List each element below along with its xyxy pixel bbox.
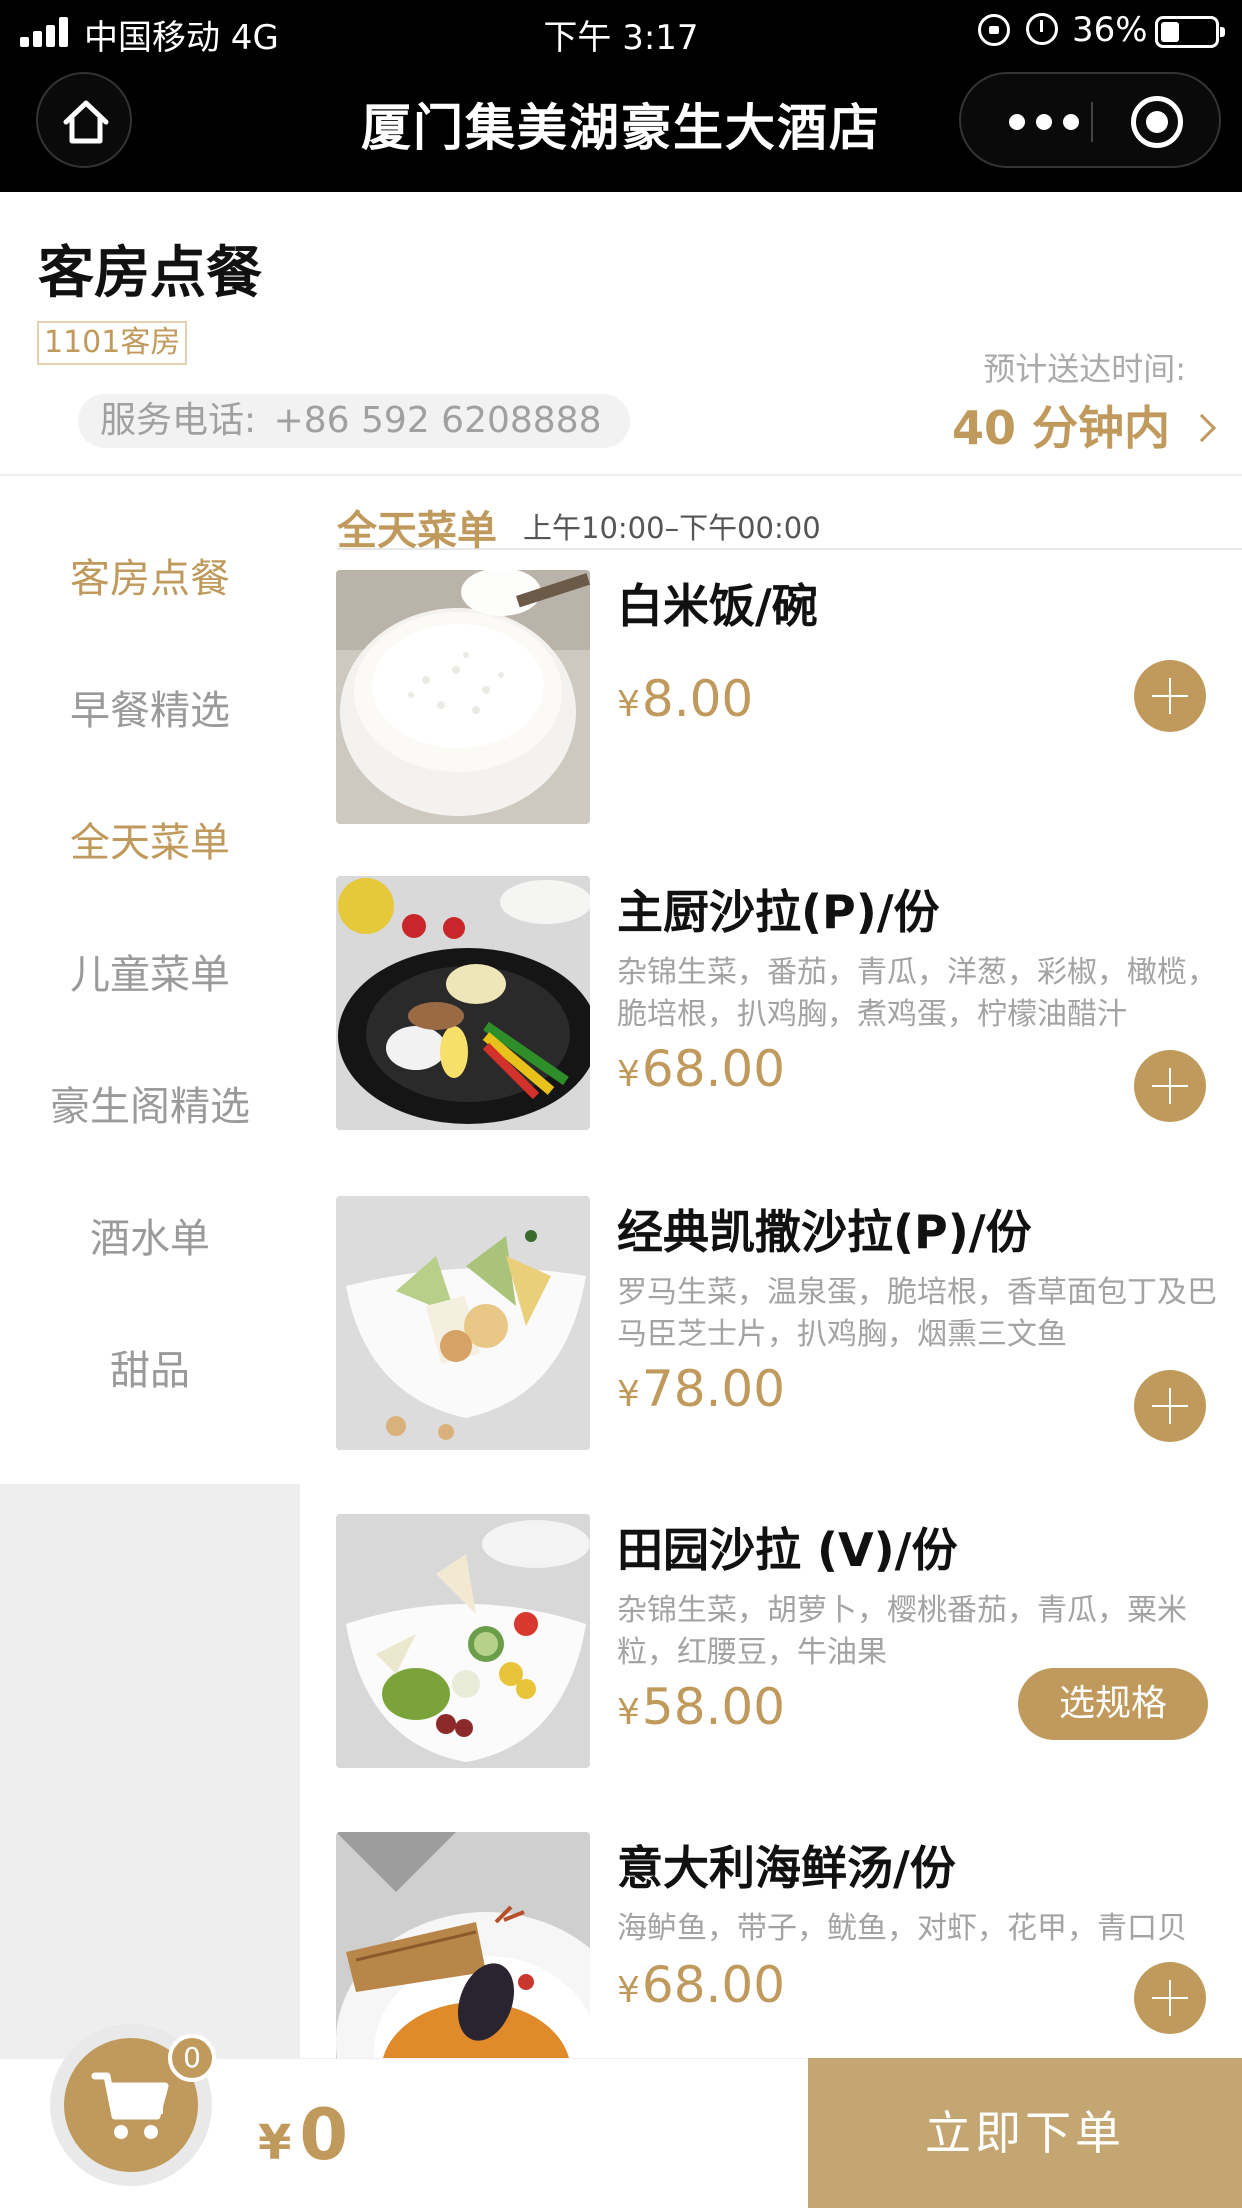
- menu-item[interactable]: 意大利海鲜汤/份 海鲈鱼，带子，鱿鱼，对虾，花甲，青口贝 ¥68.00: [336, 1832, 1242, 2058]
- service-phone-label: 服务电话:: [100, 400, 257, 441]
- eta-label: 预计送达时间:: [983, 350, 1186, 388]
- price-value: 68.00: [641, 1040, 786, 1098]
- add-to-cart-button[interactable]: [1134, 1370, 1206, 1442]
- dish-photo-seafood-soup: [336, 1832, 590, 2058]
- cart-icon: [91, 2072, 169, 2139]
- select-spec-button[interactable]: 选规格: [1018, 1668, 1208, 1740]
- add-to-cart-button[interactable]: [1134, 660, 1206, 732]
- home-button[interactable]: [36, 72, 132, 168]
- add-to-cart-button[interactable]: [1134, 1050, 1206, 1122]
- dish-name: 白米饭/碗: [617, 579, 818, 633]
- dish-name: 经典凯撒沙拉(P)/份: [617, 1205, 1032, 1259]
- dish-price: ¥68.00: [617, 1956, 785, 2014]
- dish-photo-garden-salad: [336, 1514, 590, 1768]
- room-tag: 1101客房: [37, 321, 188, 365]
- more-menu-button[interactable]: [997, 74, 1091, 170]
- currency-symbol: ¥: [617, 684, 640, 725]
- menu-section-header: 全天菜单 上午10:00–下午00:00: [337, 496, 1242, 554]
- top-bar: 中国移动 4G 下午 3:17 36% 厦门集美湖豪生大酒店: [0, 0, 1242, 192]
- place-order-button[interactable]: 立即下单: [808, 2058, 1242, 2208]
- eta-text: 40 分钟内: [951, 401, 1170, 455]
- price-value: 8.00: [641, 670, 754, 728]
- currency-symbol: ¥: [617, 1054, 640, 1095]
- price-value: 68.00: [641, 1956, 786, 2014]
- close-miniprogram-button[interactable]: [1131, 96, 1183, 148]
- section-title: 全天菜单: [337, 508, 497, 554]
- dish-price: ¥68.00: [617, 1040, 785, 1098]
- price-value: 78.00: [641, 1360, 786, 1418]
- dish-photo-caesar-salad: [336, 1196, 590, 1450]
- home-icon: [63, 100, 109, 144]
- nav-title: 厦门集美湖豪生大酒店: [361, 99, 881, 157]
- page-title: 客房点餐: [38, 241, 262, 306]
- category-room-dining[interactable]: 客房点餐: [0, 546, 300, 604]
- dish-name: 主厨沙拉(P)/份: [617, 885, 940, 939]
- cart-currency: ¥: [258, 2115, 292, 2171]
- page-header: 客房点餐 1101客房 服务电话: +86 592 6208888 预计送达时间…: [0, 192, 1242, 476]
- service-phone[interactable]: 服务电话: +86 592 6208888: [78, 394, 630, 448]
- dish-description: 海鲈鱼，带子，鱿鱼，对虾，花甲，青口贝: [617, 1911, 1187, 1946]
- dish-name: 意大利海鲜汤/份: [617, 1841, 956, 1895]
- currency-symbol: ¥: [617, 1970, 640, 2011]
- capsule-divider: [1091, 102, 1093, 142]
- menu-item[interactable]: 经典凯撒沙拉(P)/份 罗马生菜，温泉蛋，脆培根，香草面包丁及巴马臣芝士片，扒鸡…: [336, 1196, 1242, 1450]
- menu-item[interactable]: 白米饭/碗 ¥8.00: [336, 570, 1242, 824]
- status-bar: 中国移动 4G 下午 3:17 36%: [0, 0, 1242, 62]
- currency-symbol: ¥: [617, 1692, 640, 1733]
- eta-value[interactable]: 40 分钟内: [951, 392, 1217, 458]
- dish-price: ¥58.00: [617, 1678, 785, 1736]
- battery-icon: [1155, 16, 1225, 48]
- miniprogram-capsule: [959, 72, 1221, 168]
- category-breakfast[interactable]: 早餐精选: [0, 678, 300, 736]
- rotation-lock-icon: [978, 14, 1010, 46]
- battery-percent: 36%: [1072, 10, 1148, 50]
- dish-photo-chef-salad: [336, 876, 590, 1130]
- dish-photo-rice: [336, 570, 590, 824]
- service-phone-number: +86 592 6208888: [273, 400, 602, 441]
- cart-total-amount: 0: [299, 2094, 349, 2176]
- menu-item[interactable]: 主厨沙拉(P)/份 杂锦生菜，番茄，青瓜，洋葱，彩椒，橄榄，脆培根，扒鸡胸，煮鸡…: [336, 876, 1242, 1130]
- cart-count-badge: 0: [168, 2034, 216, 2082]
- category-howard-pavilion[interactable]: 豪生阁精选: [0, 1074, 300, 1132]
- category-kids[interactable]: 儿童菜单: [0, 942, 300, 1000]
- cart-total: ¥0: [258, 2094, 348, 2176]
- category-sidebar: 客房点餐 早餐精选 全天菜单 儿童菜单 豪生阁精选 酒水单 甜品: [0, 478, 300, 2060]
- category-drinks[interactable]: 酒水单: [0, 1206, 300, 1264]
- currency-symbol: ¥: [617, 1374, 640, 1415]
- dish-description: 杂锦生菜，番茄，青瓜，洋葱，彩椒，橄榄，脆培根，扒鸡胸，煮鸡蛋，柠檬油醋汁: [617, 955, 1217, 1032]
- dish-description: 杂锦生菜，胡萝卜，樱桃番茄，青瓜，粟米粒，红腰豆，牛油果: [617, 1593, 1187, 1670]
- alarm-icon: [1026, 13, 1058, 45]
- dish-price: ¥78.00: [617, 1360, 785, 1418]
- sidebar-empty-area: [0, 1484, 300, 2060]
- menu-item[interactable]: 田园沙拉 (V)/份 杂锦生菜，胡萝卜，樱桃番茄，青瓜，粟米粒，红腰豆，牛油果 …: [336, 1514, 1242, 1768]
- dish-description: 罗马生菜，温泉蛋，脆培根，香草面包丁及巴马臣芝士片，扒鸡胸，烟熏三文鱼: [617, 1275, 1217, 1352]
- add-to-cart-button[interactable]: [1134, 1962, 1206, 2034]
- price-value: 58.00: [641, 1678, 786, 1736]
- category-desserts[interactable]: 甜品: [0, 1338, 300, 1396]
- chevron-right-icon: [1187, 413, 1217, 442]
- dish-price: ¥8.00: [617, 670, 753, 728]
- dish-name: 田园沙拉 (V)/份: [617, 1523, 958, 1577]
- section-hours: 上午10:00–下午00:00: [523, 511, 821, 545]
- category-all-day[interactable]: 全天菜单: [0, 810, 300, 868]
